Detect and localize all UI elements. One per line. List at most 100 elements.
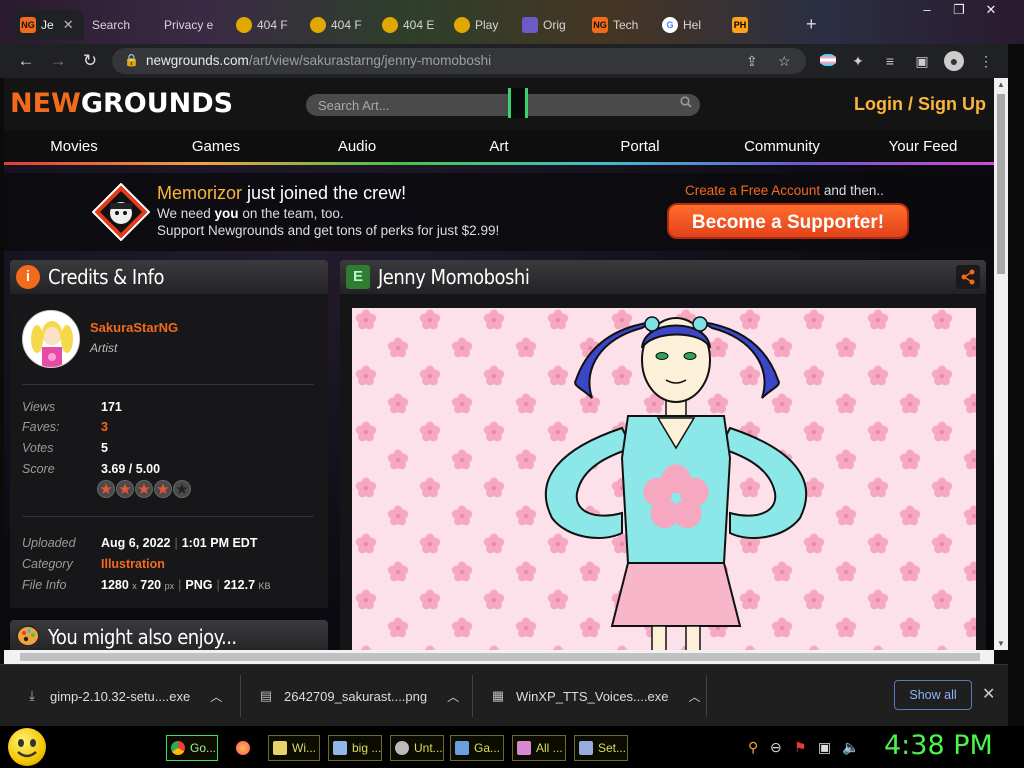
exe-file-icon: ▦	[491, 688, 505, 703]
divider	[240, 675, 241, 717]
reload-icon[interactable]: ↻	[78, 50, 102, 72]
scroll-up-icon[interactable]: ▲	[997, 80, 1005, 89]
page-favicon-icon	[310, 17, 326, 33]
taskbar-firefox[interactable]	[232, 735, 260, 761]
login-signup-link[interactable]: Login / Sign Up	[854, 94, 986, 115]
taskbar-window[interactable]: Ga...	[450, 735, 504, 761]
avatar[interactable]	[22, 310, 80, 368]
taskbar-chrome[interactable]: Go...	[166, 735, 218, 761]
new-tab-icon[interactable]: +	[806, 14, 817, 35]
tab-label: 404 E	[403, 18, 435, 32]
search-input[interactable]	[318, 96, 658, 114]
show-all-button[interactable]: Show all	[894, 680, 972, 710]
promo-username[interactable]: Memorizor	[157, 183, 242, 203]
download-item[interactable]: ▦ WinXP_TTS_Voices....exe ︿	[490, 679, 701, 713]
side-panel-icon[interactable]: ▣	[912, 51, 932, 71]
newgrounds-favicon-icon: NG	[20, 17, 36, 33]
tab-active[interactable]: NG Je ✕	[14, 10, 84, 40]
horizontal-scrollbar[interactable]	[4, 650, 994, 664]
flag-icon[interactable]: ⚑	[794, 739, 807, 756]
programs-icon	[517, 741, 531, 755]
nav-movies[interactable]: Movies	[4, 138, 144, 155]
tab-404-2[interactable]: 404 F	[304, 10, 374, 40]
tab-404-3[interactable]: 404 E	[376, 10, 446, 40]
volume-icon[interactable]: 🔈	[842, 739, 859, 756]
create-account-link[interactable]: Create a Free Account	[685, 183, 820, 198]
profile-avatar-icon[interactable]: ●	[944, 51, 964, 71]
network-icon[interactable]: ▣	[818, 739, 831, 756]
bookmark-star-icon[interactable]: ☆	[778, 53, 791, 70]
nav-your-feed[interactable]: Your Feed	[853, 138, 993, 155]
tab-tech[interactable]: NG Tech	[586, 10, 654, 40]
chevron-up-icon[interactable]: ︿	[210, 688, 222, 705]
minimize-icon[interactable]: ‒	[912, 0, 942, 22]
chevron-up-icon[interactable]: ︿	[447, 688, 459, 705]
downloads-bar: ⤓ gimp-2.10.32-setu....exe ︿ ▤ 2642709_s…	[0, 664, 1008, 726]
artwork-image[interactable]	[352, 308, 976, 650]
star-icon: ★	[116, 480, 134, 498]
reading-list-icon[interactable]: ≡	[880, 51, 900, 71]
promo-cta-text: Create a Free Account and then..	[685, 183, 884, 198]
scroll-thumb[interactable]	[20, 653, 980, 661]
download-item[interactable]: ▤ 2642709_sakurast....png ︿	[258, 679, 459, 713]
extensions-puzzle-icon[interactable]: ✦	[848, 51, 868, 71]
address-bar[interactable]: 🔒 newgrounds.com/art/view/sakurastarng/j…	[112, 48, 806, 74]
share-icon[interactable]	[956, 265, 980, 289]
minus-circle-icon[interactable]: ⊖	[770, 739, 782, 756]
browser-toolbar: ← → ↻ 🔒 newgrounds.com/art/view/sakurast…	[0, 44, 1024, 78]
nav-art[interactable]: Art	[429, 138, 569, 155]
back-icon[interactable]: ←	[14, 50, 38, 72]
page-viewport: NEWGROUNDS Login / Sign Up Movies Games …	[4, 78, 994, 650]
extension-flag-icon[interactable]	[818, 51, 838, 71]
chrome-icon	[171, 741, 185, 755]
scroll-thumb[interactable]	[997, 94, 1005, 274]
tab-search[interactable]: Search	[86, 10, 156, 40]
tab-label: Hel	[683, 18, 702, 32]
nav-games[interactable]: Games	[146, 138, 286, 155]
taskbar-window[interactable]: Unt...	[390, 735, 444, 761]
start-button-smiley-icon[interactable]	[8, 728, 46, 766]
tab-play[interactable]: Play	[448, 10, 514, 40]
tab-ph[interactable]: PH	[726, 10, 786, 40]
tab-404-1[interactable]: 404 F	[230, 10, 300, 40]
forward-icon[interactable]: →	[46, 50, 70, 72]
become-supporter-button[interactable]: Become a Supporter!	[667, 203, 909, 239]
image-file-icon: ▤	[259, 688, 273, 703]
taskbar-window[interactable]: Set...	[574, 735, 628, 761]
tab-privacy[interactable]: Privacy e	[158, 10, 228, 40]
divider	[22, 384, 314, 385]
download-item[interactable]: ⤓ gimp-2.10.32-setu....exe ︿	[24, 679, 222, 713]
tab-label: 404 F	[257, 18, 288, 32]
nav-portal[interactable]: Portal	[570, 138, 710, 155]
nav-audio[interactable]: Audio	[287, 138, 427, 155]
divider	[22, 516, 314, 517]
chevron-up-icon[interactable]: ︿	[688, 688, 700, 705]
close-window-icon[interactable]: ✕	[976, 0, 1006, 22]
jenny-momoboshi-illustration	[352, 308, 976, 650]
scroll-down-icon[interactable]: ▼	[997, 639, 1005, 648]
taskbar-clock[interactable]: 4:38 PM	[884, 730, 993, 761]
taskbar-window[interactable]: All ...	[512, 735, 566, 761]
search-icon[interactable]	[680, 96, 692, 111]
share-icon[interactable]: ⇪	[746, 53, 758, 70]
nav-community[interactable]: Community	[712, 138, 852, 155]
tab-orig[interactable]: Orig	[516, 10, 584, 40]
setup-icon	[579, 741, 593, 755]
tab-google[interactable]: G Hel	[656, 10, 724, 40]
taskbar-window[interactable]: big ...	[328, 735, 382, 761]
newgrounds-logo[interactable]: NEWGROUNDS	[10, 88, 233, 119]
promo-line-3: Support Newgrounds and get tons of perks…	[157, 223, 500, 238]
close-tab-icon[interactable]: ✕	[63, 17, 74, 33]
close-icon[interactable]: ✕	[982, 684, 995, 704]
divider	[706, 675, 707, 717]
taskbar-window[interactable]: Wi...	[268, 735, 320, 761]
tab-label: Tech	[613, 18, 639, 32]
category-link[interactable]: Illustration	[101, 557, 165, 571]
search-icon[interactable]: ⚲	[748, 739, 758, 756]
maximize-icon[interactable]: ❐	[944, 0, 974, 22]
window-edge	[1008, 44, 1024, 704]
artist-name-link[interactable]: SakuraStarNG	[90, 320, 178, 335]
vertical-scrollbar[interactable]: ▲ ▼	[994, 78, 1008, 650]
menu-kebab-icon[interactable]: ⋮	[976, 51, 996, 71]
search-box	[306, 88, 700, 118]
